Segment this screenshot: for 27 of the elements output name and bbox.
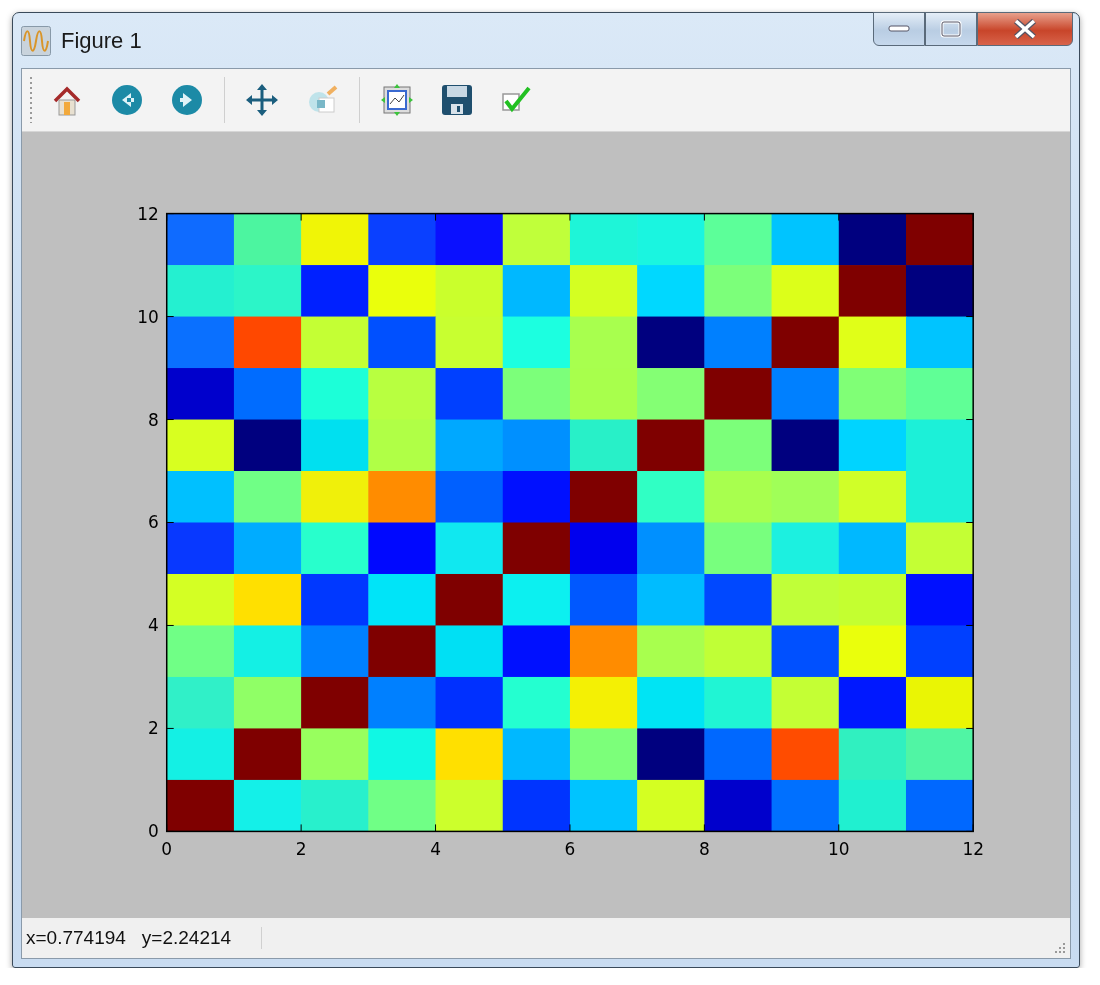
x-tick-label: 2 [295, 839, 307, 860]
y-tick-label: 10 [137, 306, 159, 327]
y-tick-label: 8 [147, 409, 159, 430]
y-tick-label: 0 [147, 821, 159, 842]
x-tick-label: 6 [564, 839, 576, 860]
resize-grip-icon[interactable] [1052, 940, 1066, 954]
y-tick-label: 4 [147, 615, 159, 636]
subplot-frame-icon [379, 82, 415, 118]
maximize-icon [940, 20, 962, 38]
y-tick-label: 2 [147, 718, 159, 739]
close-button[interactable] [977, 12, 1073, 46]
y-tick-label: 6 [147, 512, 159, 533]
minimize-button[interactable] [873, 12, 925, 46]
y-tick-label: 12 [137, 203, 159, 224]
wave-icon [21, 25, 51, 56]
y-coordinate: y=2.24214 [137, 927, 263, 949]
x-coordinate: x=0.774194 [25, 927, 127, 949]
x-tick-label: 0 [161, 839, 173, 860]
window-title: Figure 1 [61, 27, 142, 54]
close-icon [1013, 19, 1037, 39]
x-tick-label: 4 [430, 839, 441, 860]
x-tick-label: 12 [962, 839, 984, 860]
maximize-button[interactable] [925, 12, 977, 46]
four-way-arrow-icon [244, 82, 280, 118]
x-tick-label: 8 [698, 839, 710, 860]
minimize-icon [888, 25, 910, 33]
x-tick-label: 10 [828, 839, 850, 860]
